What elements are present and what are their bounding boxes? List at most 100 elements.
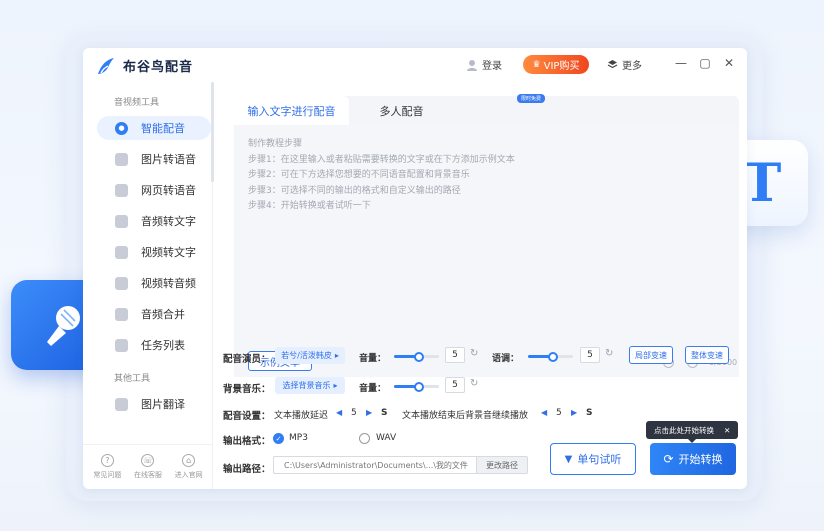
sidebar-item-video-to-audio[interactable]: 视频转音频	[97, 271, 211, 295]
faq-button[interactable]: ? 常见问题	[93, 454, 121, 480]
faq-label: 常见问题	[93, 471, 122, 479]
local-speed-button[interactable]: 局部变速	[629, 346, 673, 364]
vip-buy-button[interactable]: ♛ VIP购买	[523, 55, 589, 74]
reset-speed-icon[interactable]: ↻	[605, 348, 613, 359]
volume-slider-knob[interactable]	[413, 351, 424, 362]
voice-label: 配音演员：	[223, 354, 271, 365]
sidebar-item-label: 智能配音	[141, 122, 185, 135]
bgm-label: 背景音乐：	[223, 384, 271, 395]
speed-value[interactable]: 5	[580, 347, 600, 363]
delay-value[interactable]: 5	[351, 408, 357, 418]
mic-icon: ●	[115, 121, 128, 135]
text-icon: T	[742, 152, 782, 214]
sidebar-item-audio-merge[interactable]: 音频合并	[97, 302, 211, 326]
online-service-button[interactable]: ☏ 在线客服	[134, 454, 162, 480]
audio-text-icon	[115, 214, 128, 228]
bgm-volume-slider-knob[interactable]	[413, 381, 424, 392]
sidebar-item-smart-dubbing[interactable]: ● 智能配音	[97, 116, 211, 140]
caret-right-icon: ▸	[333, 381, 338, 390]
voice-select[interactable]: 若兮/活泼韩皮 ▸	[275, 347, 345, 364]
bird-logo-icon	[98, 58, 114, 74]
delay-label: 文本播放延迟	[274, 411, 329, 421]
close-icon[interactable]: ✕	[721, 56, 737, 70]
start-convert-button[interactable]: ⟳ 开始转换	[650, 443, 736, 475]
login-button[interactable]: 登录	[466, 57, 502, 72]
sidebar: 音视频工具 ● 智能配音 图片转语音 网页转语音 音频转文字 视频转文字 视频转…	[83, 82, 214, 489]
free-badge: 限时免费	[517, 94, 546, 103]
speed-slider[interactable]	[528, 351, 573, 362]
question-icon: ?	[100, 454, 114, 467]
sidebar-footer: ? 常见问题 ☏ 在线客服 ⌂ 进入官网	[83, 444, 213, 489]
text-editor[interactable]: 制作教程步骤 步骤1：在这里输入或者粘贴需要转换的文字或在下方添加示例文本 步骤…	[234, 125, 739, 377]
wav-label: WAV	[376, 433, 397, 443]
start-tooltip: 点击此处开始转换 ✕	[646, 421, 738, 443]
tab-text-dubbing[interactable]: 输入文字进行配音	[234, 96, 349, 125]
reset-volume-icon[interactable]: ↻	[470, 348, 478, 359]
website-label: 进入官网	[174, 471, 203, 479]
sidebar-item-web-to-speech[interactable]: 网页转语音	[97, 178, 211, 202]
minimize-icon[interactable]: —	[673, 56, 689, 70]
path-label: 输出路径：	[223, 464, 271, 475]
after-label: 文本播放结束后背景音继续播放	[402, 411, 529, 421]
bgm-volume-value[interactable]: 5	[445, 377, 465, 393]
reset-bgm-volume-icon[interactable]: ↻	[470, 378, 478, 389]
delay-decrease-icon[interactable]: ◀	[336, 408, 342, 417]
image-icon	[115, 152, 128, 166]
sidebar-item-image-to-speech[interactable]: 图片转语音	[97, 147, 211, 171]
after-value[interactable]: 5	[556, 408, 562, 418]
sidebar-item-image-translate[interactable]: 图片翻译	[97, 392, 211, 416]
convert-icon: ⟳	[663, 452, 674, 466]
wav-radio[interactable]	[359, 433, 370, 444]
volume-label: 音量：	[359, 354, 387, 364]
speed-slider-knob[interactable]	[547, 351, 558, 362]
sidebar-item-task-list[interactable]: 任务列表	[97, 333, 211, 357]
bgm-volume-label: 音量：	[359, 384, 387, 394]
user-icon	[467, 59, 477, 71]
app-title: 布谷鸟配音	[123, 60, 194, 75]
list-icon	[115, 338, 128, 352]
step-title: 制作教程步骤	[248, 139, 303, 149]
sidebar-item-label: 视频转音频	[141, 277, 196, 290]
tooltip-close-icon[interactable]: ✕	[724, 426, 730, 435]
merge-icon	[115, 307, 128, 321]
website-button[interactable]: ⌂ 进入官网	[175, 454, 203, 480]
translate-icon	[115, 397, 128, 411]
sidebar-item-label: 图片转语音	[141, 153, 196, 166]
speed-label: 语调：	[492, 354, 520, 364]
sidebar-item-label: 视频转文字	[141, 246, 196, 259]
sidebar-item-video-to-text[interactable]: 视频转文字	[97, 240, 211, 264]
config-label: 配音设置：	[223, 411, 271, 422]
tutorial-steps: 制作教程步骤 步骤1：在这里输入或者粘贴需要转换的文字或在下方添加示例文本 步骤…	[248, 137, 515, 215]
more-button[interactable]: 更多	[607, 57, 642, 72]
sidebar-item-audio-to-text[interactable]: 音频转文字	[97, 209, 211, 233]
sidebar-item-label: 网页转语音	[141, 184, 196, 197]
mp3-radio[interactable]: ✓	[273, 433, 284, 444]
step-4: 步骤4：开始转换或者试听一下	[248, 201, 371, 211]
video-text-icon	[115, 245, 128, 259]
vip-label: VIP购买	[543, 61, 580, 72]
after-increase-icon[interactable]: ▶	[571, 408, 577, 417]
mp3-label: MP3	[289, 433, 308, 443]
maximize-icon[interactable]: ▢	[697, 56, 713, 70]
layers-icon	[607, 60, 618, 69]
bgm-select[interactable]: 选择背景音乐 ▸	[275, 377, 345, 394]
service-icon: ☏	[141, 454, 155, 467]
step-1: 步骤1：在这里输入或者粘贴需要转换的文字或在下方添加示例文本	[248, 154, 515, 165]
change-path-button[interactable]: 更改路径	[476, 456, 528, 474]
bgm-volume-slider[interactable]	[394, 381, 439, 392]
after-decrease-icon[interactable]: ◀	[541, 408, 547, 417]
volume-slider[interactable]	[394, 351, 439, 362]
sidebar-item-label: 音频合并	[141, 308, 185, 321]
format-label: 输出格式：	[223, 436, 271, 447]
global-speed-button[interactable]: 整体变速	[685, 346, 729, 364]
output-path-input[interactable]: C:\Users\Administrator\Documents\...\我的文…	[273, 456, 476, 474]
delay-increase-icon[interactable]: ▶	[366, 408, 372, 417]
play-icon: ▼	[564, 453, 573, 465]
website-icon: ⌂	[182, 454, 196, 467]
tab-multi-dubbing[interactable]: 多人配音	[349, 96, 454, 125]
bgm-value: 选择背景音乐	[282, 381, 331, 390]
try-listen-button[interactable]: ▼ 单句试听	[550, 443, 636, 475]
volume-value[interactable]: 5	[445, 347, 465, 363]
title-bar: 布谷鸟配音 登录 ♛ VIP购买 更多 — ▢ ✕	[83, 48, 747, 82]
sidebar-item-label: 任务列表	[141, 339, 185, 352]
